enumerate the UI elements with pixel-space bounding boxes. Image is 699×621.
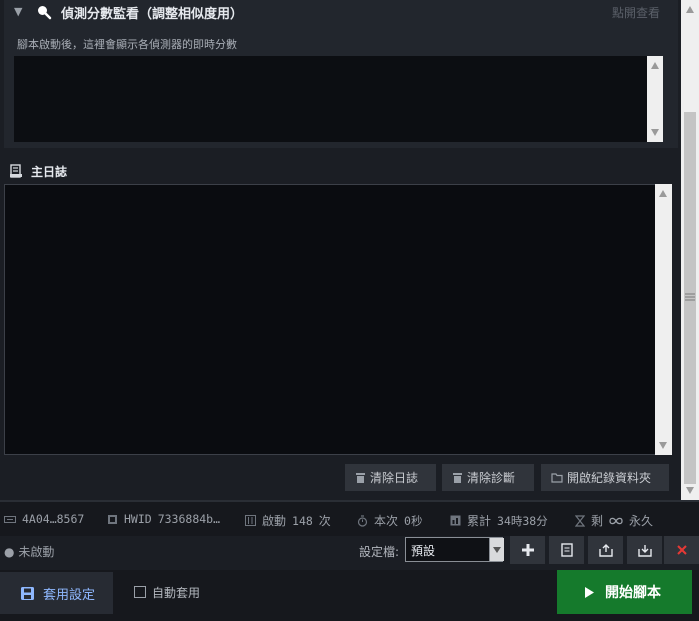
device-icon xyxy=(4,515,16,523)
click-to-view-hint[interactable]: 點開查看 xyxy=(612,4,660,21)
total-value: 34時38分 xyxy=(497,513,548,528)
scroll-up-arrow-icon[interactable] xyxy=(686,6,694,13)
session-label: 本次 xyxy=(374,514,399,528)
export-icon xyxy=(598,543,613,557)
hwid-label: HWID xyxy=(124,512,152,526)
launch-count-value: 148 xyxy=(292,513,313,528)
trash-icon xyxy=(356,472,365,483)
run-state-indicator: ● 未啟動 xyxy=(4,543,54,560)
delete-profile-button[interactable] xyxy=(664,536,699,564)
profile-dropdown[interactable]: 預設 xyxy=(405,537,504,562)
score-monitor-scrollbar[interactable] xyxy=(647,56,663,142)
run-state-label: 未啟動 xyxy=(18,545,55,559)
chart-icon xyxy=(450,515,461,526)
score-monitor-description: 腳本啟動後，這裡會顯示各偵測器的即時分數 xyxy=(17,38,237,51)
save-profile-button[interactable] xyxy=(549,536,584,564)
device-id-value: 4A04…8567 xyxy=(22,512,85,526)
scroll-up-arrow-icon[interactable] xyxy=(651,62,659,69)
import-icon xyxy=(637,544,652,557)
page-scrollbar-thumb[interactable] xyxy=(684,112,696,484)
main-log-textbox[interactable] xyxy=(4,184,657,455)
score-monitor-textbox[interactable] xyxy=(14,56,659,142)
start-script-label: 開始腳本 xyxy=(605,585,661,601)
document-icon xyxy=(560,543,573,557)
clear-diagnostics-button[interactable]: 清除診斷 xyxy=(442,464,534,491)
trash-icon xyxy=(453,472,462,483)
apply-settings-button[interactable]: 套用設定 xyxy=(0,572,113,614)
close-icon xyxy=(676,545,687,555)
clear-log-label: 清除日誌 xyxy=(370,471,419,485)
scroll-down-arrow-icon[interactable] xyxy=(659,442,667,449)
launch-unit: 次 xyxy=(318,514,331,528)
total-label: 累計 xyxy=(467,514,492,528)
scroll-log-icon xyxy=(10,164,22,178)
chip-icon xyxy=(108,514,117,524)
hourglass-icon xyxy=(575,514,585,527)
profile-label: 設定檔: xyxy=(359,545,400,559)
open-log-folder-button[interactable]: 開啟紀錄資料夾 xyxy=(541,464,669,491)
clear-log-button[interactable]: 清除日誌 xyxy=(345,464,436,491)
infinity-icon xyxy=(609,517,623,524)
session-time-stat: 本次 0秒 xyxy=(357,512,422,529)
hwid-value: 7336884b… xyxy=(157,512,221,526)
main-log-scrollbar[interactable] xyxy=(655,184,672,455)
chevron-down-icon[interactable] xyxy=(489,538,504,561)
scroll-down-arrow-icon[interactable] xyxy=(686,487,694,494)
total-time-stat: 累計 34時38分 xyxy=(450,512,548,529)
remaining-label: 剩 xyxy=(591,514,604,528)
hwid-stat: HWID 7336884b… xyxy=(107,512,220,526)
counter-icon xyxy=(245,515,256,526)
device-id-stat: 4A04…8567 xyxy=(4,512,84,526)
open-log-folder-label: 開啟紀錄資料夾 xyxy=(567,471,652,485)
plus-icon xyxy=(521,544,534,556)
collapse-triangle-icon[interactable]: ▼ xyxy=(14,5,22,18)
grip-icon xyxy=(685,293,695,301)
clear-diagnostics-label: 清除診斷 xyxy=(467,471,516,485)
stopwatch-icon xyxy=(357,514,368,527)
start-script-button[interactable]: 開始腳本 xyxy=(557,570,692,614)
floppy-disk-icon xyxy=(21,586,34,600)
auto-apply-checkbox[interactable] xyxy=(134,586,146,598)
remaining-value: 永久 xyxy=(629,514,654,528)
profile-selected-value: 預設 xyxy=(411,544,436,558)
launch-label: 啟動 xyxy=(262,514,287,528)
auto-apply-label[interactable]: 自動套用 xyxy=(152,584,200,601)
launch-count-stat: 啟動 148 次 xyxy=(245,512,331,529)
folder-icon xyxy=(551,473,563,483)
scroll-up-arrow-icon[interactable] xyxy=(659,190,667,197)
apply-settings-label: 套用設定 xyxy=(43,587,96,603)
score-monitor-title[interactable]: 偵測分數監看（調整相似度用） xyxy=(61,3,243,22)
add-profile-button[interactable] xyxy=(510,536,545,564)
play-icon xyxy=(585,586,594,598)
session-value: 0秒 xyxy=(404,513,423,528)
remaining-time-stat: 剩 永久 xyxy=(575,512,653,529)
export-profile-button[interactable] xyxy=(588,536,623,564)
import-profile-button[interactable] xyxy=(627,536,662,564)
main-log-title: 主日誌 xyxy=(31,165,68,179)
status-dot-icon: ● xyxy=(4,545,15,559)
magnifier-icon xyxy=(38,6,52,20)
scroll-down-arrow-icon[interactable] xyxy=(651,129,659,136)
